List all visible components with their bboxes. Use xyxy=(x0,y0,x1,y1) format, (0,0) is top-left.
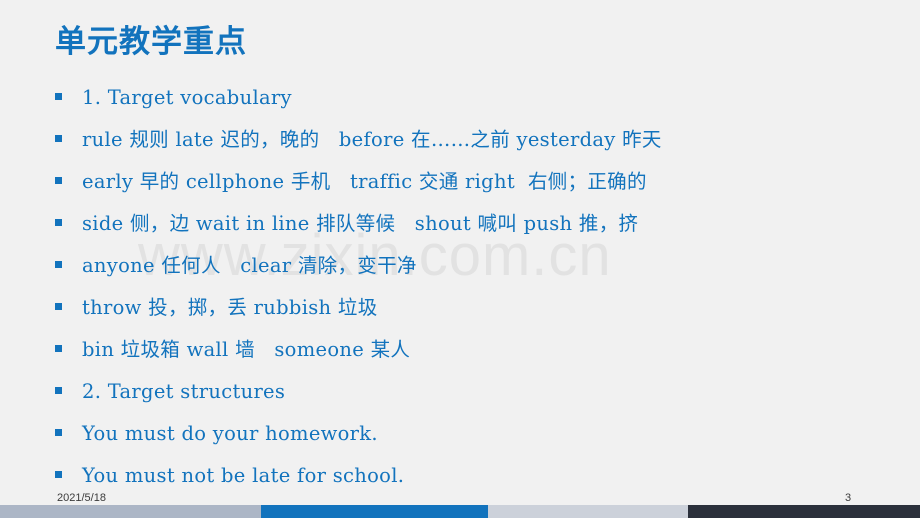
square-bullet-icon xyxy=(55,471,62,478)
list-item-label: bin 垃圾箱 wall 墙 someone 某人 xyxy=(82,338,411,361)
list-item: rule 规则 late 迟的，晚的 before 在……之前 yesterda… xyxy=(55,130,895,172)
square-bullet-icon xyxy=(55,345,62,352)
footer-segment-light xyxy=(488,505,688,518)
list-item: You must not be late for school. xyxy=(55,466,895,508)
list-item-label: rule 规则 late 迟的，晚的 before 在……之前 yesterda… xyxy=(82,128,662,151)
footer-page-number: 3 xyxy=(844,492,852,504)
square-bullet-icon xyxy=(55,93,62,100)
square-bullet-icon xyxy=(55,261,62,268)
list-item-label: side 侧，边 wait in line 排队等候 shout 喊叫 push… xyxy=(82,212,639,235)
list-item: anyone 任何人 clear 清除，变干净 xyxy=(55,256,895,298)
list-item: throw 投，掷，丢 rubbish 垃圾 xyxy=(55,298,895,340)
list-item: You must do your homework. xyxy=(55,424,895,466)
list-item: side 侧，边 wait in line 排队等候 shout 喊叫 push… xyxy=(55,214,895,256)
footer-decoration-bar xyxy=(0,505,920,518)
list-item: early 早的 cellphone 手机 traffic 交通 right 右… xyxy=(55,172,895,214)
list-item-label: 2. Target structures xyxy=(82,380,286,403)
square-bullet-icon xyxy=(55,219,62,226)
list-item: 2. Target structures xyxy=(55,382,895,424)
page-title: 单元教学重点 xyxy=(55,24,247,60)
square-bullet-icon xyxy=(55,429,62,436)
list-item-label: early 早的 cellphone 手机 traffic 交通 right 右… xyxy=(82,170,647,193)
list-item-label: anyone 任何人 clear 清除，变干净 xyxy=(82,254,417,277)
slide-canvas: www.zixin.com.cn 单元教学重点 1. Target vocabu… xyxy=(0,0,920,518)
list-item-label: You must not be late for school. xyxy=(82,464,405,487)
footer-date: 2021/5/18 xyxy=(57,492,106,504)
list-item: 1. Target vocabulary xyxy=(55,88,895,130)
list-item-label: You must do your homework. xyxy=(82,422,378,445)
footer-segment-blue xyxy=(261,505,488,518)
square-bullet-icon xyxy=(55,303,62,310)
square-bullet-icon xyxy=(55,177,62,184)
list-item-label: throw 投，掷，丢 rubbish 垃圾 xyxy=(82,296,378,319)
bullet-list: 1. Target vocabulary rule 规则 late 迟的，晚的 … xyxy=(55,88,895,508)
list-item: bin 垃圾箱 wall 墙 someone 某人 xyxy=(55,340,895,382)
list-item-label: 1. Target vocabulary xyxy=(82,86,292,109)
square-bullet-icon xyxy=(55,387,62,394)
square-bullet-icon xyxy=(55,135,62,142)
footer-segment-gray xyxy=(0,505,261,518)
footer-segment-dark xyxy=(688,505,920,518)
